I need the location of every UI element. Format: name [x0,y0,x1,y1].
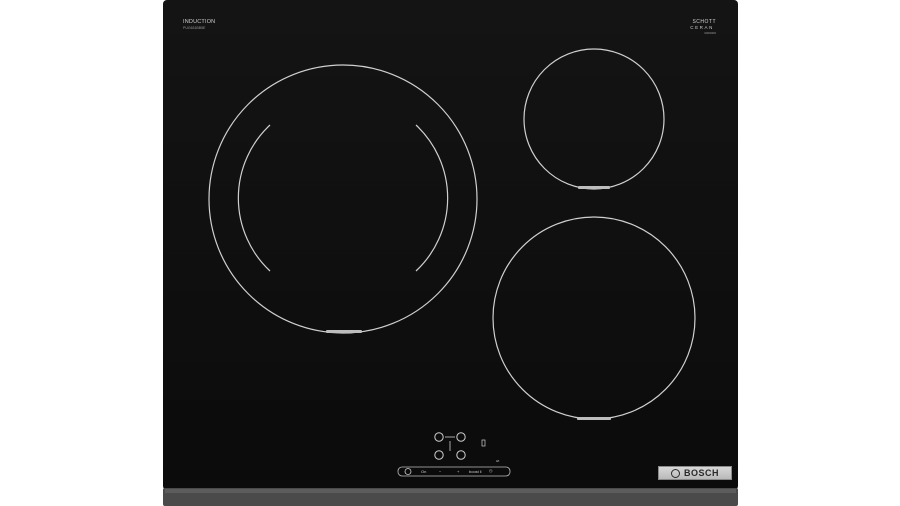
induction-hob: INDUCTION PUG631BB5E SCHOTT CERAN 000000… [163,0,738,506]
model-number: PUG631BB5E [183,26,206,30]
glass-panel [163,0,738,490]
hob-glass-surface [163,0,738,506]
small-mark: 0/I [496,459,500,463]
plus-button[interactable]: + [457,469,459,474]
ceran-brand: CERAN [690,25,714,30]
bosch-logo-icon [670,468,680,478]
bosch-nameplate: BOSCH [658,466,732,480]
on-button[interactable]: On [421,469,426,474]
induction-label: INDUCTION [183,19,216,25]
glass-code: 0000000 [704,31,716,35]
timer-icon[interactable]: ◷ [489,468,493,473]
boost-button[interactable]: boost ‖ [469,469,482,474]
minus-button[interactable]: − [439,469,441,474]
bosch-brand: BOSCH [683,468,719,478]
